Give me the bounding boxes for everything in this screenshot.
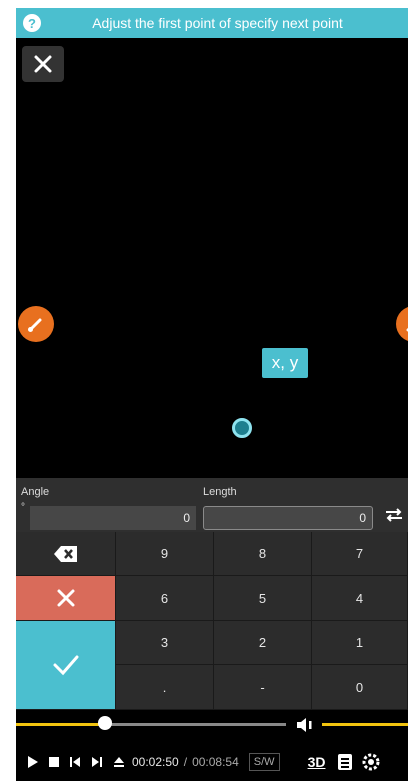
- swap-arrows-icon: [386, 508, 402, 522]
- backspace-button[interactable]: [16, 532, 116, 576]
- coordinate-label: x, y: [262, 348, 308, 378]
- volume-icon[interactable]: [296, 717, 316, 733]
- key-3[interactable]: 3: [116, 621, 214, 665]
- seek-thumb[interactable]: [98, 716, 112, 730]
- settings-icon[interactable]: [361, 753, 381, 771]
- help-glyph: ?: [28, 15, 36, 31]
- eject-icon[interactable]: [108, 756, 130, 768]
- close-button[interactable]: [22, 46, 64, 82]
- key-0[interactable]: 0: [312, 665, 408, 710]
- length-input[interactable]: 0: [203, 506, 373, 530]
- cancel-icon: [57, 589, 74, 607]
- total-time: 00:08:54: [192, 754, 239, 769]
- length-value: 0: [359, 511, 366, 525]
- key-minus[interactable]: -: [214, 665, 312, 710]
- swap-icon[interactable]: [384, 508, 404, 525]
- seek-progress-fill: [16, 723, 105, 726]
- first-point-handle[interactable]: [232, 418, 252, 438]
- volume-slider[interactable]: [322, 723, 408, 726]
- key-2[interactable]: 2: [214, 621, 312, 665]
- angle-length-panel: Angle Length ° 0 0: [16, 478, 408, 538]
- draw-tool-button[interactable]: [18, 306, 54, 342]
- key-5[interactable]: 5: [214, 576, 312, 621]
- time-separator: /: [183, 754, 188, 769]
- confirm-button[interactable]: [16, 621, 116, 710]
- seek-track-remaining[interactable]: [105, 723, 286, 726]
- seek-row: [16, 712, 408, 738]
- brush-icon: [28, 318, 42, 332]
- app-screen: ? Adjust the first point of specify next…: [16, 8, 408, 781]
- skip-back-icon[interactable]: [64, 756, 86, 768]
- key-decimal[interactable]: .: [116, 665, 214, 710]
- angle-label: Angle: [21, 486, 50, 498]
- numeric-keypad: 9 8 7 6 5 4 3 2 1 . - 0: [16, 532, 408, 710]
- key-4[interactable]: 4: [312, 576, 408, 621]
- help-icon[interactable]: ?: [23, 14, 41, 32]
- key-7[interactable]: 7: [312, 532, 408, 576]
- backspace-icon: [53, 545, 77, 562]
- current-time: 00:02:50: [132, 754, 179, 769]
- angle-input[interactable]: 0: [30, 506, 196, 530]
- stop-icon[interactable]: [44, 756, 64, 767]
- skip-forward-icon[interactable]: [86, 756, 108, 768]
- key-8[interactable]: 8: [214, 532, 312, 576]
- length-label: Length: [203, 486, 237, 498]
- sw-toggle[interactable]: S/W: [248, 752, 280, 771]
- 3d-toggle[interactable]: 3D: [308, 754, 326, 770]
- key-1[interactable]: 1: [312, 621, 408, 665]
- side-tool-button[interactable]: [396, 306, 408, 342]
- check-icon: [53, 655, 78, 676]
- degree-symbol: °: [21, 502, 25, 513]
- playback-controls: 00:02:50 / 00:08:54 S/W 3D: [16, 742, 408, 781]
- key-9[interactable]: 9: [116, 532, 214, 576]
- key-6[interactable]: 6: [116, 576, 214, 621]
- play-icon[interactable]: [22, 755, 44, 769]
- instruction-text: Adjust the first point of specify next p…: [92, 15, 343, 31]
- document-icon[interactable]: [333, 753, 357, 771]
- tool-icon: [406, 327, 408, 332]
- angle-value: 0: [183, 511, 190, 525]
- cancel-button[interactable]: [16, 576, 116, 621]
- close-icon: [34, 55, 52, 73]
- drawing-canvas[interactable]: x, y: [16, 38, 408, 478]
- instruction-bar: ? Adjust the first point of specify next…: [16, 8, 408, 38]
